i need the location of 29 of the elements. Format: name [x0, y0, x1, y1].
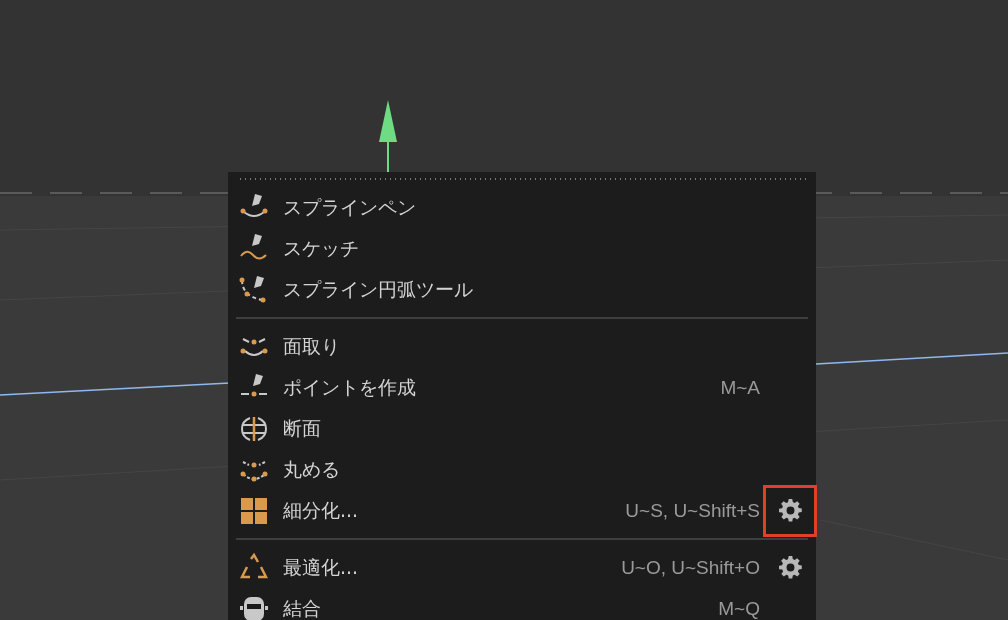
item-label: ポイントを作成	[283, 374, 417, 400]
menu-item[interactable]: スプラインペン	[236, 187, 808, 228]
menu-item[interactable]: 丸める	[236, 449, 808, 490]
item-label: 断面	[283, 415, 322, 441]
settings-button[interactable]	[777, 554, 803, 581]
menu-item[interactable]: 断面	[236, 408, 808, 449]
menu-item[interactable]: 面取り	[236, 326, 808, 367]
item-label: スケッチ	[283, 235, 360, 261]
settings-icon	[777, 498, 803, 523]
item-label: スプラインペン	[283, 194, 417, 220]
item-label: 細分化...	[283, 497, 360, 523]
menu-item[interactable]: ポイントを作成 M~A	[236, 367, 808, 408]
item-label: 丸める	[283, 456, 341, 482]
shortcut-text: M~Q	[718, 597, 760, 620]
item-label: 面取り	[283, 333, 341, 359]
menu-item[interactable]: スプライン円弧ツール	[236, 269, 808, 310]
item-label: 最適化...	[283, 554, 360, 580]
shortcut-text: U~S, U~Shift+S	[625, 499, 760, 522]
menu-item[interactable]: 細分化... U~S, U~Shift+S	[236, 490, 808, 531]
menu-item[interactable]: 結合 M~Q	[236, 588, 808, 620]
shortcut-text: M~A	[720, 376, 760, 399]
item-label: スプライン円弧ツール	[283, 276, 474, 302]
settings-button[interactable]	[777, 497, 803, 524]
menu-item[interactable]: スケッチ	[236, 228, 808, 269]
axis-arrow[interactable]	[379, 100, 397, 173]
shortcut-text: U~O, U~Shift+O	[621, 556, 760, 579]
item-label: 結合	[283, 595, 322, 620]
menu-item[interactable]: 最適化... U~O, U~Shift+O	[236, 547, 808, 588]
settings-icon	[777, 555, 803, 580]
